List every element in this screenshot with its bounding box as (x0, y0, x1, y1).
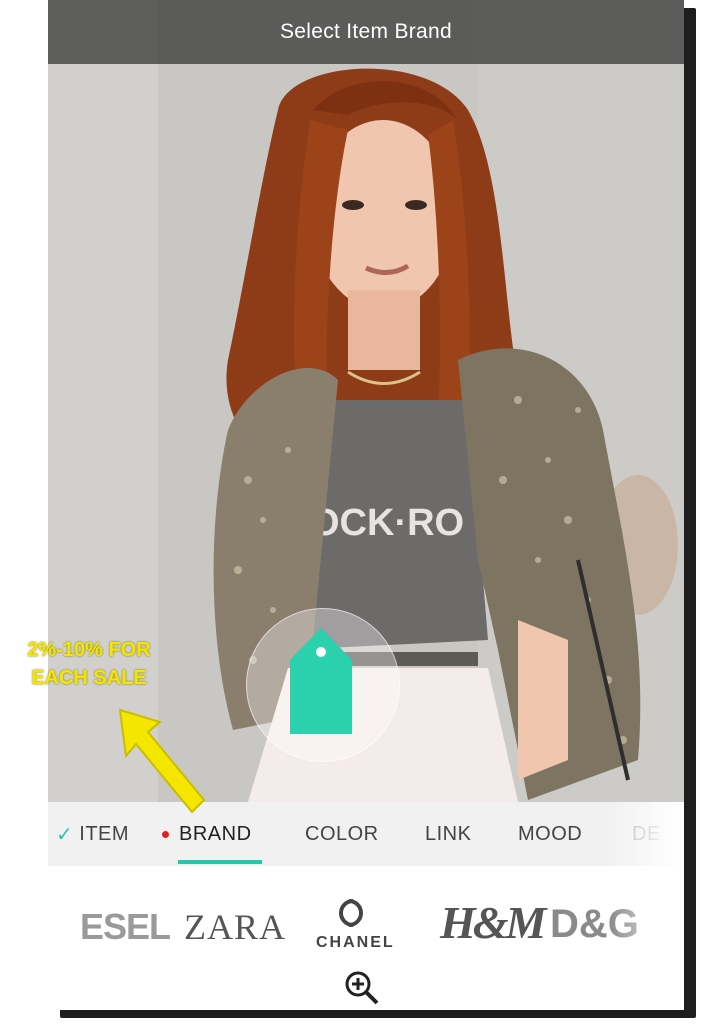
tab-label: ITEM (79, 822, 130, 845)
arrow-icon (118, 708, 206, 814)
tab-link[interactable]: LINK (425, 802, 471, 866)
tab-label: LINK (425, 822, 472, 845)
active-dot-icon (162, 830, 169, 838)
check-icon: ✓ (56, 823, 74, 846)
promo-line-1: 2%-10% FOR (27, 639, 151, 661)
promo-line-2: EACH SALE (31, 667, 147, 689)
tab-label: MOOD (518, 822, 583, 845)
top-bar: Select Item Brand (48, 0, 684, 64)
brand-carousel: ESEL ZARA CHANEL H&M D&G (48, 866, 684, 1010)
tab-label: BRAND (179, 822, 252, 845)
promo-callout: 2%-10% FOR EACH SALE (2, 636, 176, 692)
page-title: Select Item Brand (279, 20, 452, 43)
app-screen: OCK·RO Select Item Brand ✓ ITEM BRAND CO… (48, 0, 684, 1010)
tab-color[interactable]: COLOR (305, 802, 379, 866)
chanel-logo-icon (339, 899, 363, 927)
zoom-in-icon[interactable] (344, 970, 380, 1006)
svg-text:OCK·RO: OCK·RO (310, 502, 464, 544)
carousel-fade (608, 802, 684, 1002)
brand-diesel[interactable]: ESEL (80, 906, 171, 948)
brand-zara[interactable]: ZARA (184, 906, 286, 948)
brand-chanel[interactable]: CHANEL (316, 934, 395, 952)
price-tag-icon[interactable] (288, 626, 354, 738)
active-tab-indicator (178, 860, 262, 864)
brand-hm[interactable]: H&M (440, 896, 546, 949)
tab-mood[interactable]: MOOD (518, 802, 582, 866)
tab-label: COLOR (305, 822, 379, 845)
